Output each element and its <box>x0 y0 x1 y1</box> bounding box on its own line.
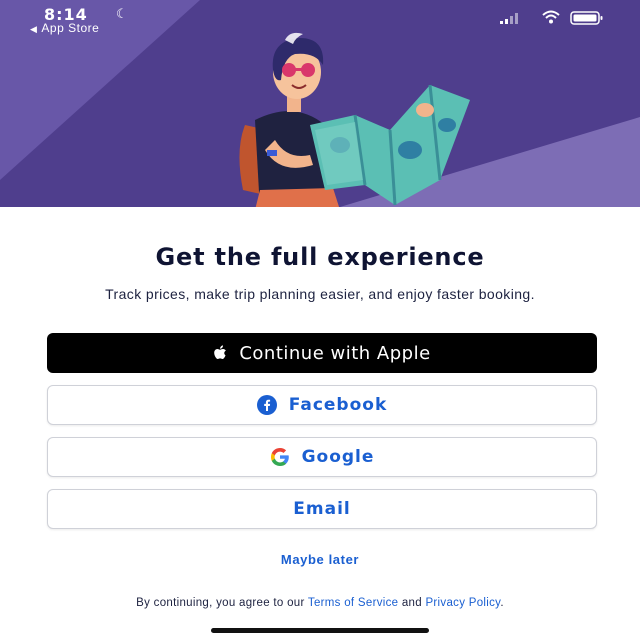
facebook-logo-icon <box>256 395 277 415</box>
wifi-icon <box>542 10 560 24</box>
status-bar: 8:14 ☾ ◀ App Store <box>0 0 640 40</box>
legal-disclaimer: By continuing, you agree to our Terms of… <box>40 596 600 611</box>
legal-prefix: By continuing, you agree to our <box>136 597 308 609</box>
apple-logo-icon <box>213 345 227 361</box>
email-label: Email <box>293 499 351 519</box>
continue-with-apple-label: Continue with Apple <box>239 342 431 364</box>
home-indicator[interactable] <box>211 628 429 633</box>
signal-icon <box>500 13 518 24</box>
google-button[interactable]: Google <box>47 437 597 477</box>
page-title: Get the full experience <box>155 243 485 271</box>
battery-icon <box>570 11 603 25</box>
facebook-button[interactable]: Facebook <box>47 385 597 425</box>
moon-icon: ☾ <box>116 6 128 21</box>
email-button[interactable]: Email <box>47 489 597 529</box>
legal-suffix: . <box>500 597 504 609</box>
google-logo-icon <box>270 447 290 467</box>
maybe-later-link[interactable]: Maybe later <box>0 552 640 567</box>
continue-with-apple-button[interactable]: Continue with Apple <box>47 333 597 373</box>
legal-and: and <box>398 597 426 609</box>
facebook-label: Facebook <box>288 395 388 415</box>
traveler-with-map-illustration <box>239 32 470 207</box>
terms-of-service-link[interactable]: Terms of Service <box>308 597 398 609</box>
back-to-app-store-link[interactable]: ◀ App Store <box>30 21 99 35</box>
back-arrow-icon: ◀ <box>30 24 38 34</box>
back-app-label: App Store <box>41 21 100 35</box>
google-label: Google <box>301 447 375 467</box>
privacy-policy-link[interactable]: Privacy Policy <box>425 597 500 609</box>
page-subtitle: Track prices, make trip planning easier,… <box>105 286 535 302</box>
